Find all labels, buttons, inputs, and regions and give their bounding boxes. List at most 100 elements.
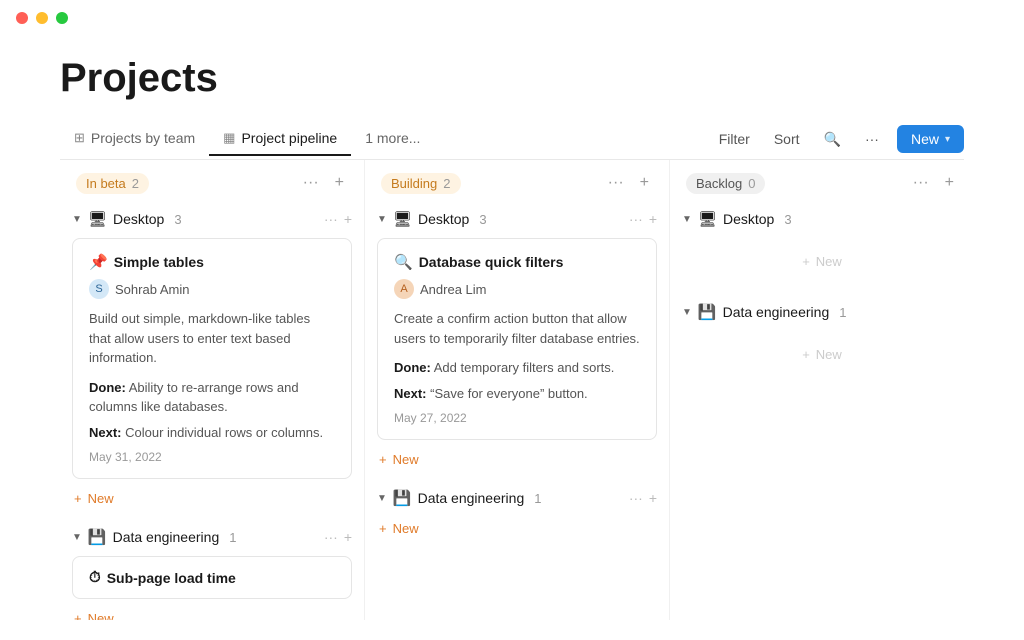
board-area: In beta 2 ··· + ▼ 🖥 Desktop 3 ··· + (60, 160, 964, 620)
sort-button[interactable]: Sort (768, 127, 806, 151)
card-next-database: Next: “Save for everyone” button. (394, 384, 640, 404)
group-data-eng-more[interactable]: ··· (324, 529, 338, 545)
group-desktop[interactable]: ▼ 🖥 Desktop 3 ··· + (60, 204, 364, 234)
group-data-engineering-building[interactable]: ▼ 💾 Data engineering 1 ··· + (365, 483, 669, 513)
group-label-data-engineering-building: Data engineering (418, 490, 525, 506)
data-engineering-icon: 💾 (88, 528, 107, 546)
group-label-desktop-backlog: Desktop (723, 211, 774, 227)
card-date-simple-tables: May 31, 2022 (89, 450, 335, 464)
card-sub-page-load-time[interactable]: ⏱ Sub-page load time (72, 556, 352, 599)
column-backlog: Backlog 0 ··· + ▼ 🖥 Desktop 3 + New (670, 160, 964, 620)
tab-projects-by-team[interactable]: ⊞ Projects by team (60, 122, 209, 156)
more-options-button[interactable]: ··· (859, 127, 885, 151)
group-toggle-data-engineering-building: ▼ (377, 493, 387, 504)
maximize-button[interactable] (56, 12, 68, 24)
new-building-dataeng-btn[interactable]: + New (365, 513, 433, 544)
group-desktop-backlog[interactable]: ▼ 🖥 Desktop 3 (670, 204, 964, 234)
new-in-beta-dataeng-btn[interactable]: + New (60, 603, 128, 620)
title-bar (0, 0, 1024, 36)
cards-area-data-eng-beta: ⏱ Sub-page load time (60, 552, 364, 603)
tab-project-pipeline-label: Project pipeline (241, 130, 337, 146)
col-building-add[interactable]: + (636, 172, 653, 194)
cards-area-desktop-building: 🔍 Database quick filters A Andrea Lim Cr… (365, 234, 669, 444)
badge-in-beta: In beta 2 (76, 173, 149, 194)
column-in-beta: In beta 2 ··· + ▼ 🖥 Desktop 3 ··· + (60, 160, 365, 620)
new-in-beta-desktop-btn[interactable]: + New (60, 483, 128, 514)
group-desktop-building-add[interactable]: + (649, 211, 657, 227)
group-data-eng-building-add[interactable]: + (649, 490, 657, 506)
data-engineering-building-icon: 💾 (393, 489, 412, 507)
card-title-simple-tables: 📌 Simple tables (89, 253, 335, 271)
card-done-simple-tables: Done: Ability to re-arrange rows and col… (89, 378, 335, 417)
group-data-eng-building-more[interactable]: ··· (629, 490, 643, 506)
tab-more-label: 1 more... (365, 130, 420, 146)
group-label-data-engineering-backlog: Data engineering (723, 304, 830, 320)
toolbar-right: Filter Sort 🔍 ··· New ▾ (713, 119, 964, 159)
group-desktop-building-more[interactable]: ··· (629, 211, 643, 227)
board-icon: ▦ (223, 130, 235, 146)
card-author-database: A Andrea Lim (394, 279, 640, 299)
col-backlog-add[interactable]: + (941, 172, 958, 194)
search-button[interactable]: 🔍 (818, 127, 847, 152)
badge-backlog: Backlog 0 (686, 173, 765, 194)
col-backlog-more[interactable]: ··· (909, 172, 933, 194)
card-title-sub-page-load-time: ⏱ Sub-page load time (89, 569, 335, 586)
card-title-database-quick-filters: 🔍 Database quick filters (394, 253, 640, 271)
new-backlog-desktop-btn[interactable]: + New (670, 234, 964, 289)
desktop-icon: 🖥 (88, 210, 107, 228)
chevron-down-icon: ▾ (945, 134, 950, 145)
data-engineering-backlog-icon: 💾 (698, 303, 717, 321)
card-done-database: Done: Add temporary filters and sorts. (394, 358, 640, 378)
table-icon: ⊞ (74, 130, 85, 146)
desktop-backlog-icon: 🖥 (698, 210, 717, 228)
group-desktop-building[interactable]: ▼ 🖥 Desktop 3 ··· + (365, 204, 669, 234)
filter-button[interactable]: Filter (713, 127, 756, 151)
col-header-in-beta: In beta 2 ··· + (60, 160, 364, 204)
col-in-beta-add[interactable]: + (331, 172, 348, 194)
col-building-more[interactable]: ··· (604, 172, 628, 194)
new-primary-button[interactable]: New ▾ (897, 125, 964, 153)
card-emoji-simple-tables: 📌 (89, 253, 108, 271)
group-data-engineering[interactable]: ▼ 💾 Data engineering 1 ··· + (60, 522, 364, 552)
tab-projects-by-team-label: Projects by team (91, 130, 195, 146)
group-data-eng-add[interactable]: + (344, 529, 352, 545)
page-title: Projects (60, 56, 964, 101)
group-toggle-desktop-backlog: ▼ (682, 214, 692, 225)
avatar-andrea: A (394, 279, 414, 299)
col-header-building: Building 2 ··· + (365, 160, 669, 204)
desktop-building-icon: 🖥 (393, 210, 412, 228)
card-database-quick-filters[interactable]: 🔍 Database quick filters A Andrea Lim Cr… (377, 238, 657, 440)
new-backlog-dataeng-btn[interactable]: + New (670, 327, 964, 382)
card-date-database: May 27, 2022 (394, 411, 640, 425)
group-desktop-add[interactable]: + (344, 211, 352, 227)
main-content: Projects ⊞ Projects by team ▦ Project pi… (0, 56, 1024, 620)
tab-project-pipeline[interactable]: ▦ Project pipeline (209, 122, 351, 156)
card-desc-simple-tables: Build out simple, markdown-like tables t… (89, 309, 335, 368)
group-toggle-data-engineering: ▼ (72, 532, 82, 543)
card-emoji-database: 🔍 (394, 253, 413, 271)
group-label-desktop-building: Desktop (418, 211, 469, 227)
card-simple-tables[interactable]: 📌 Simple tables S Sohrab Amin Build out … (72, 238, 352, 479)
group-toggle-desktop-building: ▼ (377, 214, 387, 225)
col-header-backlog: Backlog 0 ··· + (670, 160, 964, 204)
card-next-simple-tables: Next: Colour individual rows or columns. (89, 423, 335, 443)
group-desktop-more[interactable]: ··· (324, 211, 338, 227)
group-toggle-desktop: ▼ (72, 214, 82, 225)
card-emoji-sub-page: ⏱ (89, 569, 101, 586)
close-button[interactable] (16, 12, 28, 24)
tab-bar: ⊞ Projects by team ▦ Project pipeline 1 … (60, 119, 964, 160)
col-in-beta-more[interactable]: ··· (299, 172, 323, 194)
group-toggle-data-engineering-backlog: ▼ (682, 307, 692, 318)
avatar-sohrab: S (89, 279, 109, 299)
group-label-data-engineering: Data engineering (113, 529, 220, 545)
new-building-desktop-btn[interactable]: + New (365, 444, 433, 475)
minimize-button[interactable] (36, 12, 48, 24)
group-data-engineering-backlog[interactable]: ▼ 💾 Data engineering 1 (670, 297, 964, 327)
card-desc-database: Create a confirm action button that allo… (394, 309, 640, 348)
group-label-desktop: Desktop (113, 211, 164, 227)
card-author-simple-tables: S Sohrab Amin (89, 279, 335, 299)
column-building: Building 2 ··· + ▼ 🖥 Desktop 3 ··· + (365, 160, 670, 620)
badge-building: Building 2 (381, 173, 461, 194)
tab-more[interactable]: 1 more... (351, 122, 434, 156)
cards-area-desktop-beta: 📌 Simple tables S Sohrab Amin Build out … (60, 234, 364, 483)
